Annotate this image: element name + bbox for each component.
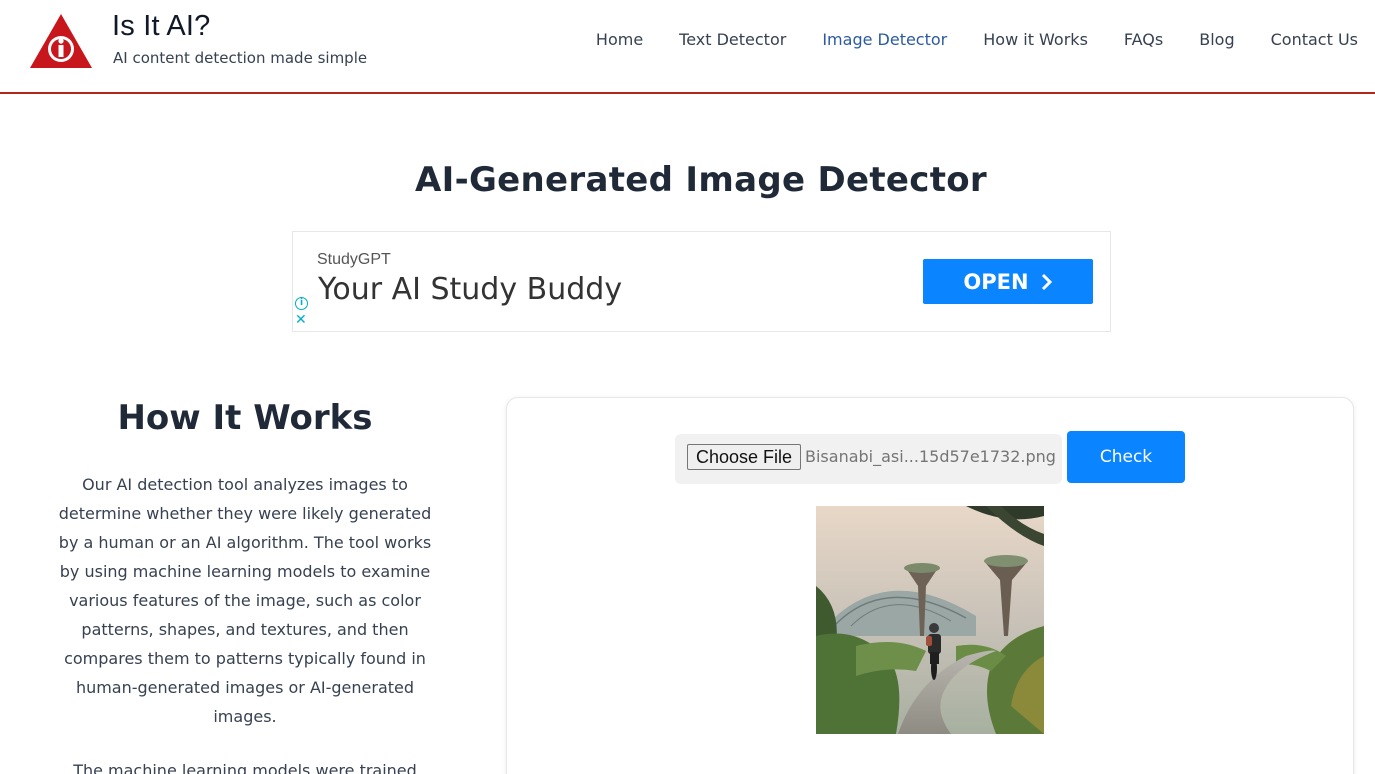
main-nav: Home Text Detector Image Detector How it…: [560, 30, 1358, 49]
site-header: Is It AI? AI content detection made simp…: [0, 0, 1375, 94]
check-button[interactable]: Check: [1067, 431, 1185, 483]
logo-icon[interactable]: [28, 12, 94, 70]
ad-info-icon[interactable]: i: [295, 297, 308, 310]
ad-banner[interactable]: StudyGPT Your AI Study Buddy OPEN i ✕: [292, 231, 1111, 332]
detector-card: Choose File Bisanabi_asi...15d57e1732.pn…: [506, 397, 1354, 774]
ad-open-button[interactable]: OPEN: [923, 259, 1093, 304]
ad-close-icon[interactable]: ✕: [295, 313, 307, 327]
nav-text-detector[interactable]: Text Detector: [679, 30, 786, 49]
how-it-works-paragraph-2: The machine learning models were trained: [73, 761, 417, 774]
file-input[interactable]: Choose File Bisanabi_asi...15d57e1732.pn…: [675, 434, 1062, 484]
uploaded-image-preview: [816, 506, 1044, 734]
selected-file-name: Bisanabi_asi...15d57e1732.png: [805, 447, 1056, 466]
nav-how-it-works[interactable]: How it Works: [983, 30, 1088, 49]
nav-contact-us[interactable]: Contact Us: [1271, 30, 1358, 49]
ad-headline[interactable]: Your AI Study Buddy: [318, 272, 622, 307]
ad-brand[interactable]: StudyGPT: [317, 251, 391, 269]
site-tagline: AI content detection made simple: [113, 49, 368, 67]
how-it-works-paragraph: Our AI detection tool analyzes images to…: [58, 475, 432, 726]
nav-faqs[interactable]: FAQs: [1124, 30, 1163, 49]
chevron-right-icon: [1041, 273, 1052, 290]
nav-image-detector[interactable]: Image Detector: [822, 30, 947, 49]
nav-home[interactable]: Home: [596, 30, 643, 49]
choose-file-button[interactable]: Choose File: [687, 444, 802, 470]
how-it-works-title: How It Works: [117, 398, 373, 438]
ad-open-label: OPEN: [963, 269, 1029, 294]
site-title[interactable]: Is It AI?: [112, 10, 211, 43]
nav-blog[interactable]: Blog: [1199, 30, 1234, 49]
page-title: AI-Generated Image Detector: [415, 160, 987, 200]
